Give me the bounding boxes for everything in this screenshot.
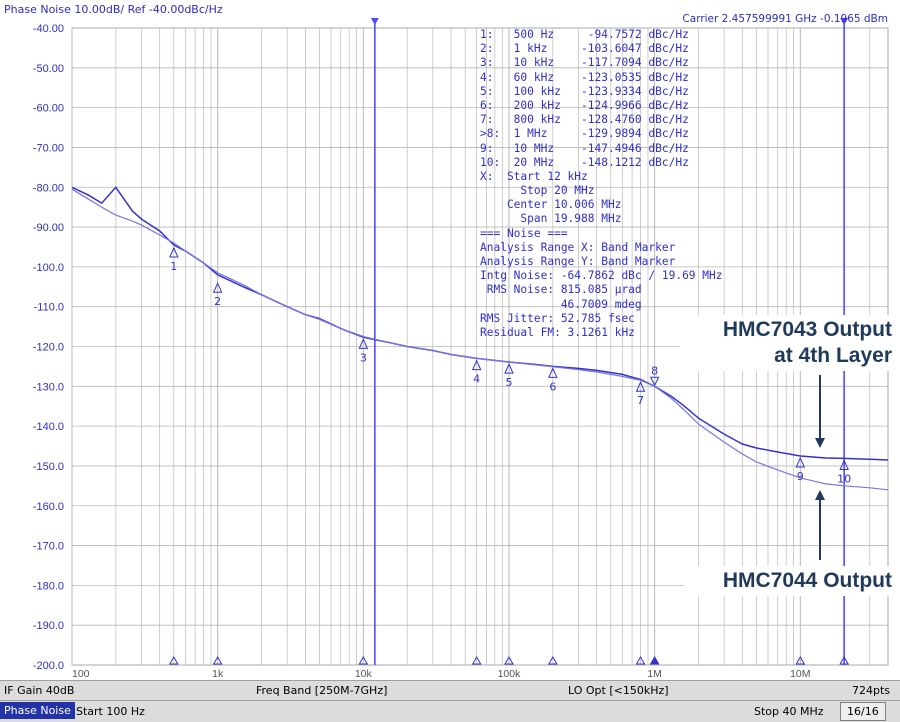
y-tick-label: -100.0 (33, 262, 64, 274)
y-tick-label: -180.0 (33, 580, 64, 592)
marker-table-row: Intg Noise: -64.7862 dBc / 19.69 MHz (480, 269, 723, 283)
y-tick-label: -170.0 (33, 541, 64, 553)
annotation-hmc7044-label: HMC7044 Output (722, 569, 892, 592)
y-tick-label: -120.0 (33, 342, 64, 354)
if-gain-status[interactable]: IF Gain 40dB (4, 684, 74, 697)
x-tick-label: 100 (72, 668, 90, 680)
y-tick-label: -200.0 (33, 660, 64, 672)
marker-table-row: 1: 500 Hz -94.7572 dBc/Hz (480, 28, 689, 41)
y-tick-label: -90.00 (33, 222, 64, 234)
marker-table-row: 2: 1 kHz -103.6047 dBc/Hz (480, 42, 689, 56)
y-tick-labels: -40.00 -50.00 -60.00 -70.00 -80.00 -90.00 -100… (33, 23, 64, 672)
marker-table-row: 4: 60 kHz -123.0535 dBc/Hz (480, 70, 689, 84)
marker-table-row: Stop 20 MHz (480, 184, 595, 198)
marker-table-row: 46.7009 mdeg (480, 297, 642, 311)
y-tick-label: -40.00 (33, 23, 64, 35)
trace-title[interactable]: Phase Noise 10.00dB/ Ref -40.00dBc/Hz (4, 3, 223, 16)
marker-table-row: 3: 10 kHz -117.7094 dBc/Hz (480, 56, 689, 70)
marker-table-row: RMS Noise: 815.085 μrad (480, 283, 642, 297)
status-bar: IF Gain 40dB Freq Band [250M-7GHz] LO Op… (0, 680, 900, 701)
page-indicator[interactable]: 16/16 (840, 702, 886, 721)
marker-table-row: 5: 100 kHz -123.9334 dBc/Hz (480, 84, 689, 98)
y-tick-label: -140.0 (33, 421, 64, 433)
marker-table-row: 10: 20 MHz -148.1212 dBc/Hz (480, 155, 689, 169)
marker-table-row: >8: 1 MHz -129.9894 dBc/Hz (480, 127, 689, 141)
x-tick-labels: 100 1k 10k 100k 1M 10M (72, 668, 811, 680)
x-tick-label: 1k (212, 668, 224, 680)
annotation-hmc7044: HMC7044 Output (684, 566, 898, 596)
marker-table-row: Analysis Range Y: Band Marker (480, 255, 676, 268)
y-tick-label: -150.0 (33, 461, 64, 473)
y-tick-label: -50.00 (33, 63, 64, 75)
marker-axis-indicator (649, 655, 660, 665)
annotation-arrows (815, 375, 825, 560)
x-tick-label: 10k (355, 668, 373, 680)
carrier-readout: Carrier 2.457599991 GHz -0.1965 dBm (682, 13, 888, 25)
marker-label: 4 (473, 373, 480, 386)
y-tick-label: -130.0 (33, 381, 64, 393)
chart-header: Phase Noise 10.00dB/ Ref -40.00dBc/Hz Ca… (0, 0, 900, 25)
start-frequency[interactable]: Start 100 Hz (76, 705, 145, 718)
marker-label: 10 (837, 472, 851, 485)
marker-table: 1: 500 Hz -94.7572 dBc/Hz 2: 1 kHz -103.6… (480, 28, 722, 340)
marker-label: 8 (651, 364, 658, 377)
marker-label: 1 (170, 260, 177, 273)
x-tick-label: 100k (498, 668, 522, 680)
annotation-hmc7043: HMC7043 Output at 4th Layer (680, 315, 898, 371)
marker-table-row: Span 19.988 MHz (480, 212, 622, 226)
y-tick-label: -160.0 (33, 501, 64, 513)
annotation-hmc7043-line1: HMC7043 Output (722, 318, 892, 341)
arrow-hmc7044-head (815, 490, 825, 500)
marker-label: 7 (637, 394, 644, 407)
marker-table-row: 9: 10 MHz -147.4946 dBc/Hz (480, 141, 689, 155)
marker-table-row: === Noise === (480, 226, 568, 240)
marker-label: 9 (797, 470, 804, 483)
marker-label: 3 (360, 351, 367, 364)
tab-phase-noise[interactable]: Phase Noise (0, 702, 75, 719)
y-tick-label: -110.0 (34, 302, 64, 314)
marker-table-row: X: Start 12 kHz (480, 169, 588, 183)
marker-label: 2 (214, 295, 221, 308)
marker-table-row: Center 10.006 MHz (480, 198, 622, 212)
marker-table-row: Analysis Range X: Band Marker (480, 240, 676, 254)
stop-frequency[interactable]: Stop 40 MHz (754, 705, 824, 718)
annotation-hmc7043-line2: at 4th Layer (774, 344, 892, 367)
marker-table-row: 6: 200 kHz -124.9966 dBc/Hz (480, 98, 689, 112)
marker-label: 6 (549, 380, 556, 393)
points-status: 724pts (851, 684, 890, 697)
bottom-bar: Phase Noise Start 100 Hz Stop 40 MHz 16/… (0, 701, 900, 722)
x-tick-label: 10M (790, 668, 810, 680)
y-tick-label: -70.00 (33, 142, 64, 154)
y-tick-label: -60.00 (33, 103, 64, 115)
x-tick-label: 1M (647, 668, 662, 680)
y-tick-label: -190.0 (33, 620, 64, 632)
y-tick-label: -80.00 (33, 182, 64, 194)
freq-band-status[interactable]: Freq Band [250M-7GHz] (256, 684, 387, 697)
marker-table-row: 7: 800 kHz -128.4760 dBc/Hz (480, 113, 689, 127)
arrow-hmc7043-head (815, 438, 825, 448)
marker-label: 5 (505, 376, 512, 389)
lo-opt-status[interactable]: LO Opt [<150kHz] (568, 684, 669, 697)
